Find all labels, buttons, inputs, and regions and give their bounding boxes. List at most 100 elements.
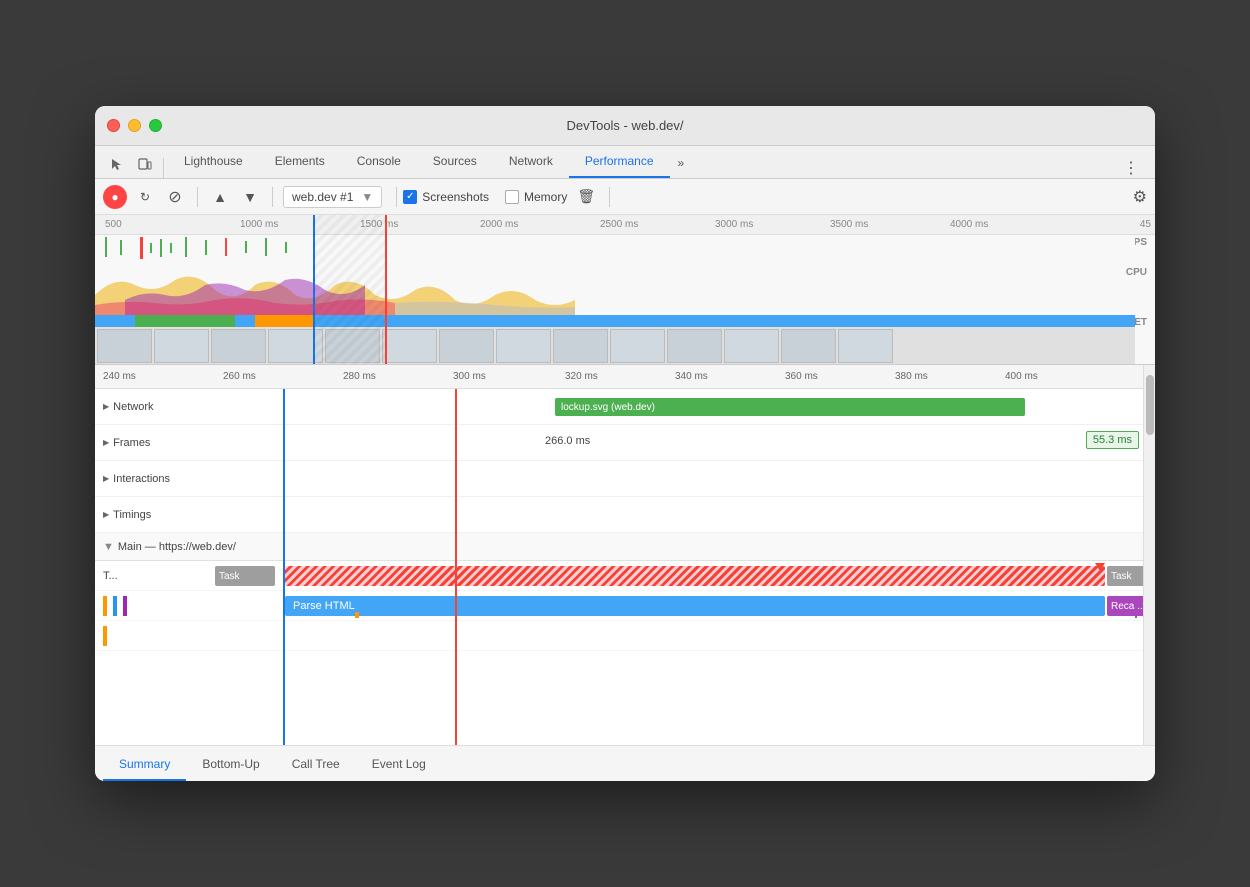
memory-checkbox[interactable] [505,190,519,204]
recalc-label: Reca...tyle [1111,601,1143,612]
performance-toolbar: ● ↻ ⊘ ▲ ▼ web.dev #1 ▼ ✓ Screenshots Mem… [95,179,1155,215]
screenshot-thumb-10 [610,329,665,363]
timeline-ruler2: 240 ms 260 ms 280 ms 300 ms 320 ms 340 m… [95,365,1143,389]
ruler2-280: 280 ms [343,371,376,382]
net-segment-2 [255,315,315,327]
tab-network[interactable]: Network [493,146,569,178]
network-expand-icon[interactable]: ▶ [103,402,109,411]
download-button[interactable]: ▼ [238,185,262,209]
screenshot-thumb-7 [439,329,494,363]
timings-track[interactable]: ▶ Timings [95,497,1143,533]
fps-bar-4 [150,243,152,253]
network-track[interactable]: ▶ Network lockup.svg (web.dev) [95,389,1143,425]
record-button[interactable]: ● [103,185,127,209]
kebab-icon: ⋮ [1115,160,1147,177]
separator [197,187,198,207]
cpu-chart [95,265,1135,315]
task-row-content: Task Task [215,561,1143,590]
vertical-scrollbar[interactable] [1143,365,1155,745]
minimize-button[interactable] [128,119,141,132]
record-icon: ● [111,190,118,204]
screenshots-checkbox[interactable]: ✓ [403,190,417,204]
timeline-panel[interactable]: 240 ms 260 ms 280 ms 300 ms 320 ms 340 m… [95,365,1143,745]
delete-button[interactable]: 🗑 [573,184,599,209]
task-abbr: T... [103,570,118,582]
empty-label-1 [95,621,215,650]
network-bar-lockup: lockup.svg (web.dev) [555,398,1025,416]
task-striped-bar [285,566,1105,586]
parse-html-label: Parse HTML [293,600,355,612]
interactions-expand-icon[interactable]: ▶ [103,474,109,483]
net-bar [95,315,1135,327]
clear-button[interactable]: ⊘ [163,185,187,209]
settings-button[interactable]: ⚙ [1133,187,1147,207]
download-icon: ▼ [243,189,257,205]
main-expand-icon[interactable]: ▼ [103,541,114,553]
fps-bar-9 [225,238,227,256]
color-marker-1 [103,596,107,616]
tab-console[interactable]: Console [341,146,417,178]
bottom-tabs: Summary Bottom-Up Call Tree Event Log [95,745,1155,781]
screenshot-thumb-1 [97,329,152,363]
more-tabs-button[interactable]: » [670,148,693,178]
refresh-button[interactable]: ↻ [133,185,157,209]
tab-sources[interactable]: Sources [417,146,493,178]
sub-bar-1 [355,612,359,618]
fps-bar-12 [285,242,287,253]
overview-ruler: 500 1000 ms 1500 ms 2000 ms 2500 ms 3000… [95,215,1155,235]
tab-elements[interactable]: Elements [259,146,341,178]
main-panel: 240 ms 260 ms 280 ms 300 ms 320 ms 340 m… [95,365,1155,745]
cursor-icon[interactable] [103,150,131,178]
clear-icon: ⊘ [168,187,181,207]
network-track-content: lockup.svg (web.dev) [215,389,1143,424]
tab-performance[interactable]: Performance [569,146,670,178]
interactions-track-label: ▶ Interactions [95,473,215,485]
tab-summary[interactable]: Summary [103,749,186,781]
titlebar: DevTools - web.dev/ [95,106,1155,146]
ruler-tick-45: 45 [1140,219,1151,230]
ruler2-240: 240 ms [103,371,136,382]
upload-button[interactable]: ▲ [208,185,232,209]
screenshot-thumb-12 [724,329,779,363]
task-gray-bar-right: Task [1107,566,1143,586]
empty-row-1 [95,621,1143,651]
timings-expand-icon[interactable]: ▶ [103,510,109,519]
screenshot-thumb-5 [325,329,380,363]
url-select[interactable]: web.dev #1 ▼ [283,186,382,208]
frames-track[interactable]: ▶ Frames 266.0 ms 55.3 ms [95,425,1143,461]
ruler2-260: 260 ms [223,371,256,382]
device-toggle-icon[interactable] [131,150,159,178]
devtools-window: DevTools - web.dev/ Lighthouse Elements … [95,106,1155,781]
screenshot-thumb-14 [838,329,893,363]
overview-area[interactable]: 500 1000 ms 1500 ms 2000 ms 2500 ms 3000… [95,215,1155,365]
screenshot-thumb-11 [667,329,722,363]
timings-track-label: ▶ Timings [95,509,215,521]
timings-track-content [215,497,1143,532]
long-task-marker [1095,563,1105,571]
sub-bar-2 [1135,608,1137,618]
net-segment-3 [335,315,375,327]
screenshots-checkbox-label[interactable]: ✓ Screenshots [403,190,489,204]
screenshots-row [95,327,1135,365]
tab-lighthouse[interactable]: Lighthouse [168,146,259,178]
devtools-menu-button[interactable]: ⋮ [1115,158,1147,178]
tab-event-log[interactable]: Event Log [356,749,442,781]
dropdown-icon: ▼ [361,190,373,204]
separator4 [609,187,610,207]
tab-call-tree[interactable]: Call Tree [276,749,356,781]
frames-track-label: ▶ Frames [95,437,215,449]
refresh-icon: ↻ [140,190,150,204]
scrollbar-thumb[interactable] [1146,375,1154,435]
close-button[interactable] [107,119,120,132]
interactions-track[interactable]: ▶ Interactions [95,461,1143,497]
upload-icon: ▲ [213,189,227,205]
cpu-area [95,265,1135,315]
frames-expand-icon[interactable]: ▶ [103,438,109,447]
separator [163,158,164,178]
empty-marker [103,626,107,646]
parse-html-bar: Parse HTML [285,596,1105,616]
maximize-button[interactable] [149,119,162,132]
color-marker-2 [113,596,117,616]
tab-bottom-up[interactable]: Bottom-Up [186,749,275,781]
memory-checkbox-label[interactable]: Memory [505,190,567,204]
